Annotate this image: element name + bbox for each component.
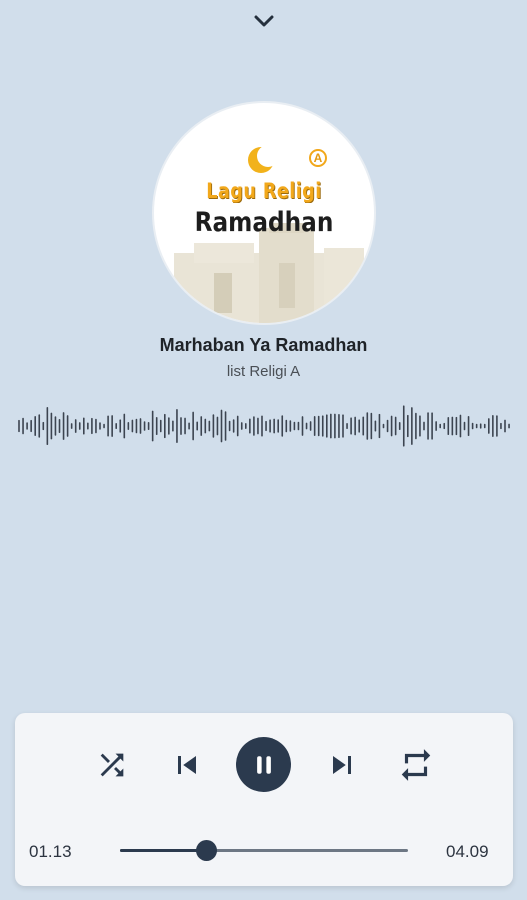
repeat-icon (401, 749, 431, 781)
album-art: A Lagu Religi Ramadhan (154, 103, 374, 323)
track-subtitle: list Religi A (226, 363, 301, 380)
play-pause-button[interactable] (236, 737, 291, 792)
next-button[interactable] (322, 745, 362, 785)
repeat-button[interactable] (396, 745, 436, 785)
track-title: Marhaban Ya Ramadhan (159, 335, 368, 355)
seek-bar[interactable] (120, 840, 408, 861)
album-art-line1: Lagu Religi (206, 179, 322, 203)
previous-button[interactable] (167, 745, 207, 785)
seek-bar-progress (120, 849, 206, 852)
skip-next-icon (333, 756, 351, 774)
total-time: 04.09 (446, 842, 489, 861)
crescent-moon-icon (248, 145, 279, 173)
seek-bar-thumb[interactable] (195, 840, 217, 861)
collapse-button[interactable] (249, 8, 279, 34)
album-badge: A (309, 149, 327, 167)
pause-icon (256, 755, 271, 774)
chevron-down-icon (254, 15, 274, 27)
current-time: 01.13 (29, 842, 72, 861)
shuffle-icon (100, 753, 124, 777)
audio-waveform (18, 405, 510, 447)
album-art-line2: Ramadhan (194, 207, 334, 238)
shuffle-button[interactable] (92, 745, 132, 785)
skip-previous-icon (178, 756, 196, 774)
